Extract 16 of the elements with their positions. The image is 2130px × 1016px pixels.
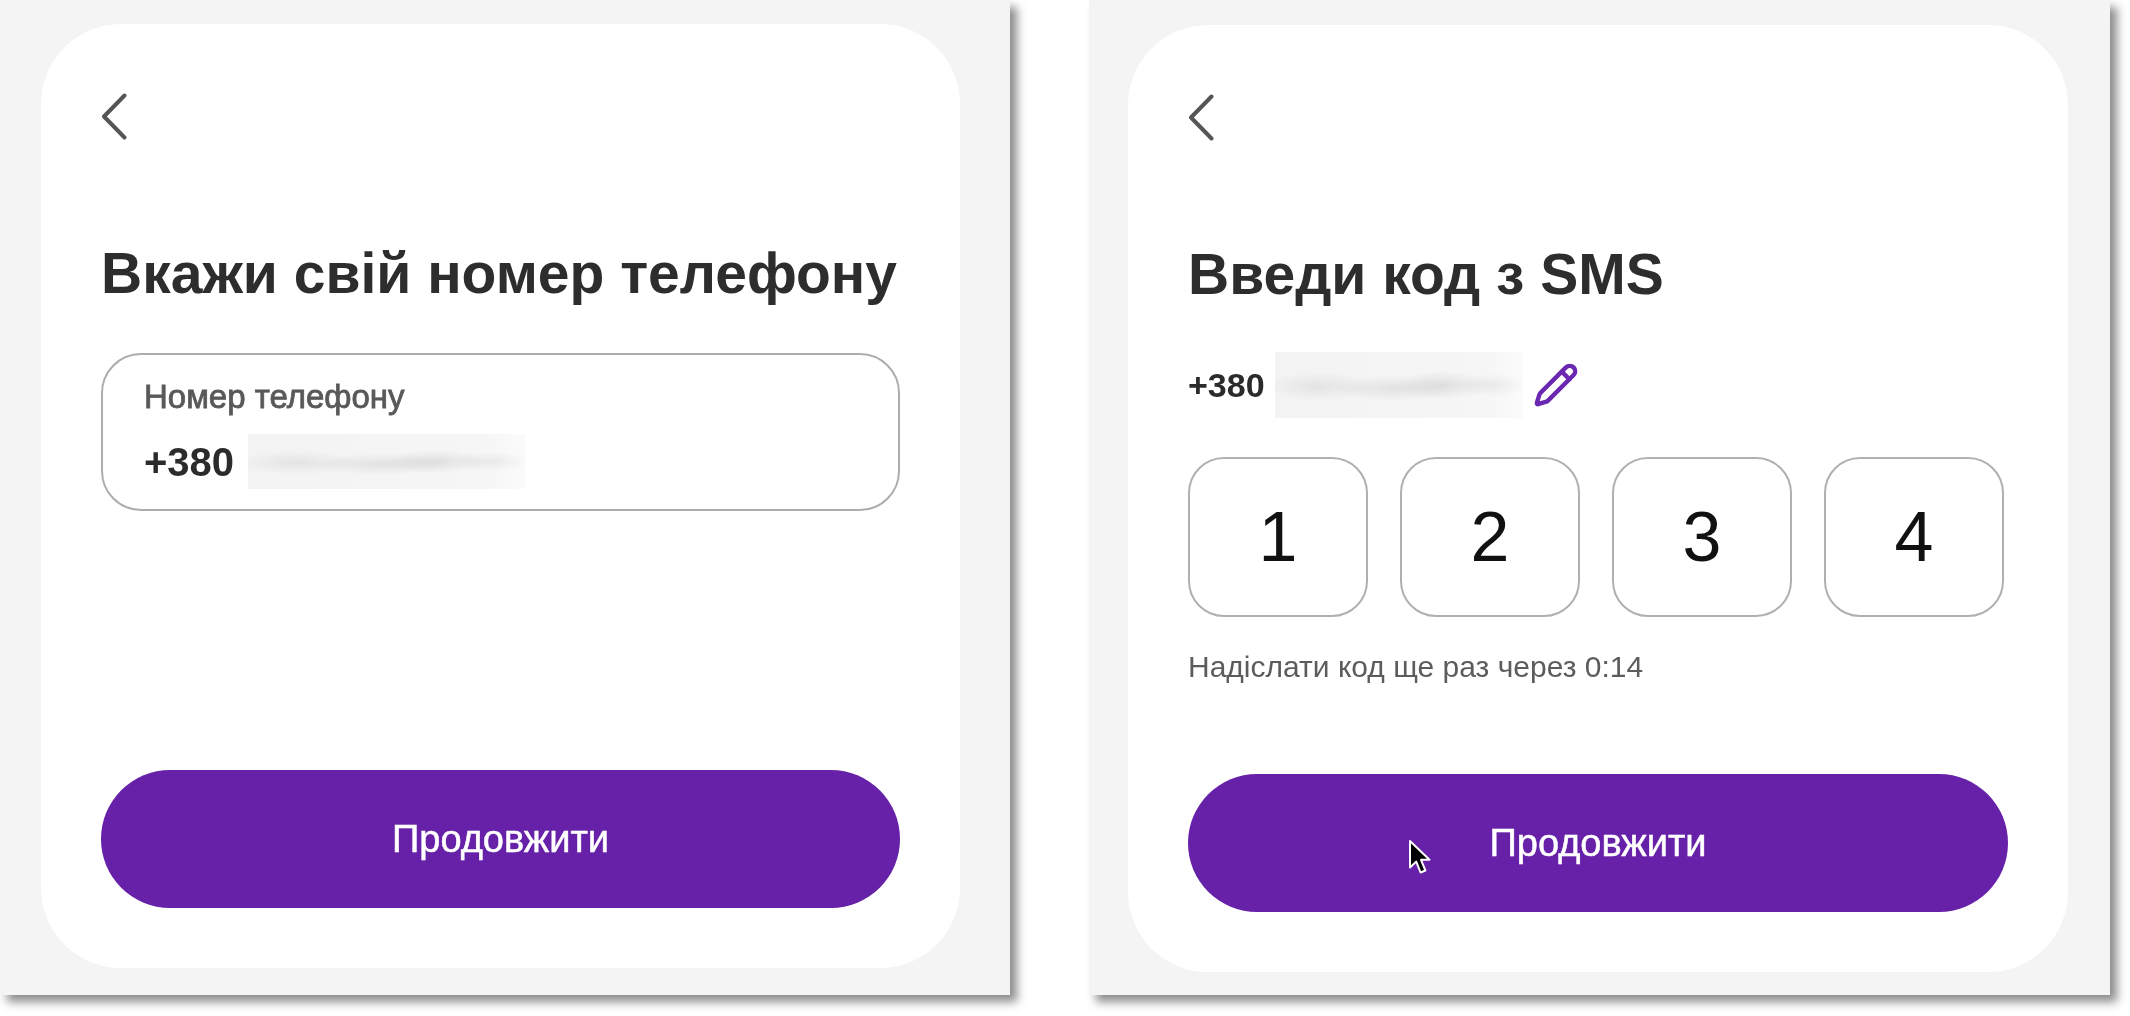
pencil-icon[interactable]: [1532, 362, 1579, 408]
continue-button[interactable]: Продовжити: [101, 770, 900, 908]
resend-countdown-text: Надіслати код ще раз через 0:14: [1188, 649, 1644, 685]
continue-button[interactable]: Продовжити: [1188, 774, 2008, 912]
phone-prefix: +380: [144, 438, 235, 486]
chevron-left-icon[interactable]: [101, 93, 127, 140]
phone-prefix: +380: [1188, 364, 1265, 406]
field-label: Номер телефону: [144, 377, 405, 417]
code-digit-field[interactable]: 4: [1824, 457, 2004, 617]
chevron-left-icon[interactable]: [1188, 94, 1214, 141]
screen-title: Введи код з SMS: [1188, 241, 1665, 308]
phone-input-field[interactable]: Номер телефону +380: [101, 353, 900, 511]
code-digit-field[interactable]: 3: [1612, 457, 1792, 617]
code-digit-field[interactable]: 2: [1400, 457, 1580, 617]
code-digit-field[interactable]: 1: [1188, 457, 1368, 617]
screen-title: Вкажи свій номер телефону: [101, 240, 898, 307]
